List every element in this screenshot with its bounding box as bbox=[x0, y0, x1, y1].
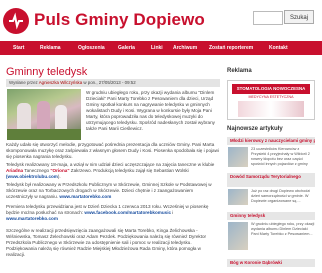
list-item-title[interactable]: Bóg w Koronie Dąbrówki bbox=[227, 259, 315, 267]
ads-heading: Reklama bbox=[227, 68, 252, 74]
nav-item-linki[interactable]: Linki bbox=[151, 41, 163, 55]
list-item-excerpt: 23 uczestników Kierowców z Przysieki 4 p… bbox=[251, 147, 310, 166]
list-item: Dowód Samorządu Terytorialnego Już po ra… bbox=[227, 173, 315, 209]
nav-item-start[interactable]: Start bbox=[13, 41, 24, 55]
logo-icon[interactable] bbox=[3, 8, 29, 34]
p4-facebook-link[interactable]: www.facebook.com/martatorebkomusic bbox=[84, 210, 171, 215]
nav-item-kontakt[interactable]: Kontakt bbox=[269, 41, 288, 55]
nav-item-ogloszenia[interactable]: Ogłoszenia bbox=[78, 41, 105, 55]
list-item: Bóg w Koronie Dąbrówki bbox=[227, 259, 315, 267]
article-paragraph-3: Teledysk był realizowany w Przedszkolu P… bbox=[6, 182, 220, 200]
p2-link[interactable]: (www.obiektrolubu.com bbox=[6, 174, 58, 179]
article-title: Gminny teledysk bbox=[6, 66, 88, 78]
ad-banner-title: STOMATOLOGIA NOWOCZESNA bbox=[232, 84, 310, 94]
article-intro: W grudniu ubiegłego roku, przy okazji wy… bbox=[86, 90, 215, 131]
p4-text-c: i bbox=[171, 210, 174, 215]
main-nav: Start Reklama Ogłoszenia Galeria Linki A… bbox=[0, 41, 322, 55]
list-item-thumbnail[interactable] bbox=[228, 147, 248, 167]
list-item-thumbnail[interactable] bbox=[228, 189, 248, 205]
list-item: Młodzi kierowcy z nauczycielami gminy po… bbox=[227, 137, 315, 171]
list-item-thumbnail[interactable] bbox=[228, 222, 248, 250]
p2-text-c: Tanecznego bbox=[23, 168, 51, 173]
list-item-title[interactable]: Dowód Samorządu Terytorialnego bbox=[227, 173, 315, 187]
list-item-title[interactable]: Młodzi kierowcy z nauczycielami gminy po… bbox=[227, 137, 315, 145]
meta-prefix: Wysłane przez bbox=[9, 80, 39, 85]
ad-banner-subtitle: MEDYCYNA ESTETYCZNA bbox=[248, 95, 294, 99]
list-item: Gminny teledysk W grudniu ubiegłego roku… bbox=[227, 212, 315, 256]
nav-item-archiwum[interactable]: Archiwum bbox=[173, 41, 197, 55]
article-meta: Wysłane przez Agnieszka Wilczyńska w pon… bbox=[6, 79, 220, 87]
p4-website-link[interactable]: www.martatorebko.com bbox=[6, 216, 58, 221]
site-header: Puls Gminy Dopiewo Szukaj bbox=[0, 0, 322, 44]
p2-text-a: Teledysk realizowany 18-maja, a wziął w … bbox=[6, 162, 215, 167]
article-paragraph-2: Teledysk realizowany 18-maja, a wziął w … bbox=[6, 162, 220, 180]
article-photo[interactable] bbox=[7, 89, 81, 140]
p2-ariadna: Ariadna bbox=[6, 168, 24, 173]
list-item-title[interactable]: Gminny teledysk bbox=[227, 212, 315, 220]
author-link[interactable]: Agnieszka Wilczyńska bbox=[39, 80, 82, 85]
search-button[interactable]: Szukaj bbox=[284, 10, 314, 24]
ad-image bbox=[238, 101, 304, 117]
list-item-excerpt: Już po raz drugi Dopiewo obchodzi dzień … bbox=[251, 189, 311, 203]
site-title[interactable]: Puls Gminy Dopiewo bbox=[34, 10, 205, 30]
p2-oriona: "Oriona" bbox=[50, 168, 70, 173]
p2-text-g: ). bbox=[57, 174, 61, 179]
article-paragraph-1: Każdy udało się otworzyć melodie, przygo… bbox=[6, 142, 219, 159]
article-paragraph-5: Szczególne w realizacji przedsięwzięcia … bbox=[6, 228, 207, 257]
newest-heading: Najnowsze artykuły bbox=[227, 126, 283, 132]
search-input[interactable] bbox=[253, 11, 283, 25]
ad-banner[interactable]: STOMATOLOGIA NOWOCZESNA MEDYCYNA ESTETYC… bbox=[227, 80, 315, 120]
nav-item-galeria[interactable]: Galeria bbox=[118, 41, 135, 55]
article-paragraph-4: Premiera teledysku przewidziana jest w D… bbox=[6, 204, 220, 222]
nav-item-reklama[interactable]: Reklama bbox=[40, 41, 61, 55]
p3-link[interactable]: www.martatorebko.com bbox=[59, 194, 111, 199]
nav-item-zostan-reporterem[interactable]: Zostań reporterem bbox=[209, 41, 253, 55]
p2-text-e: Zakrzewo. Produkcją teledysku zajął się … bbox=[69, 168, 189, 173]
list-item-excerpt: W grudniu ubiegłego roku, przy okazji wy… bbox=[251, 222, 315, 236]
meta-date: w pon., 27/05/2013 - 09:52 bbox=[82, 80, 136, 85]
